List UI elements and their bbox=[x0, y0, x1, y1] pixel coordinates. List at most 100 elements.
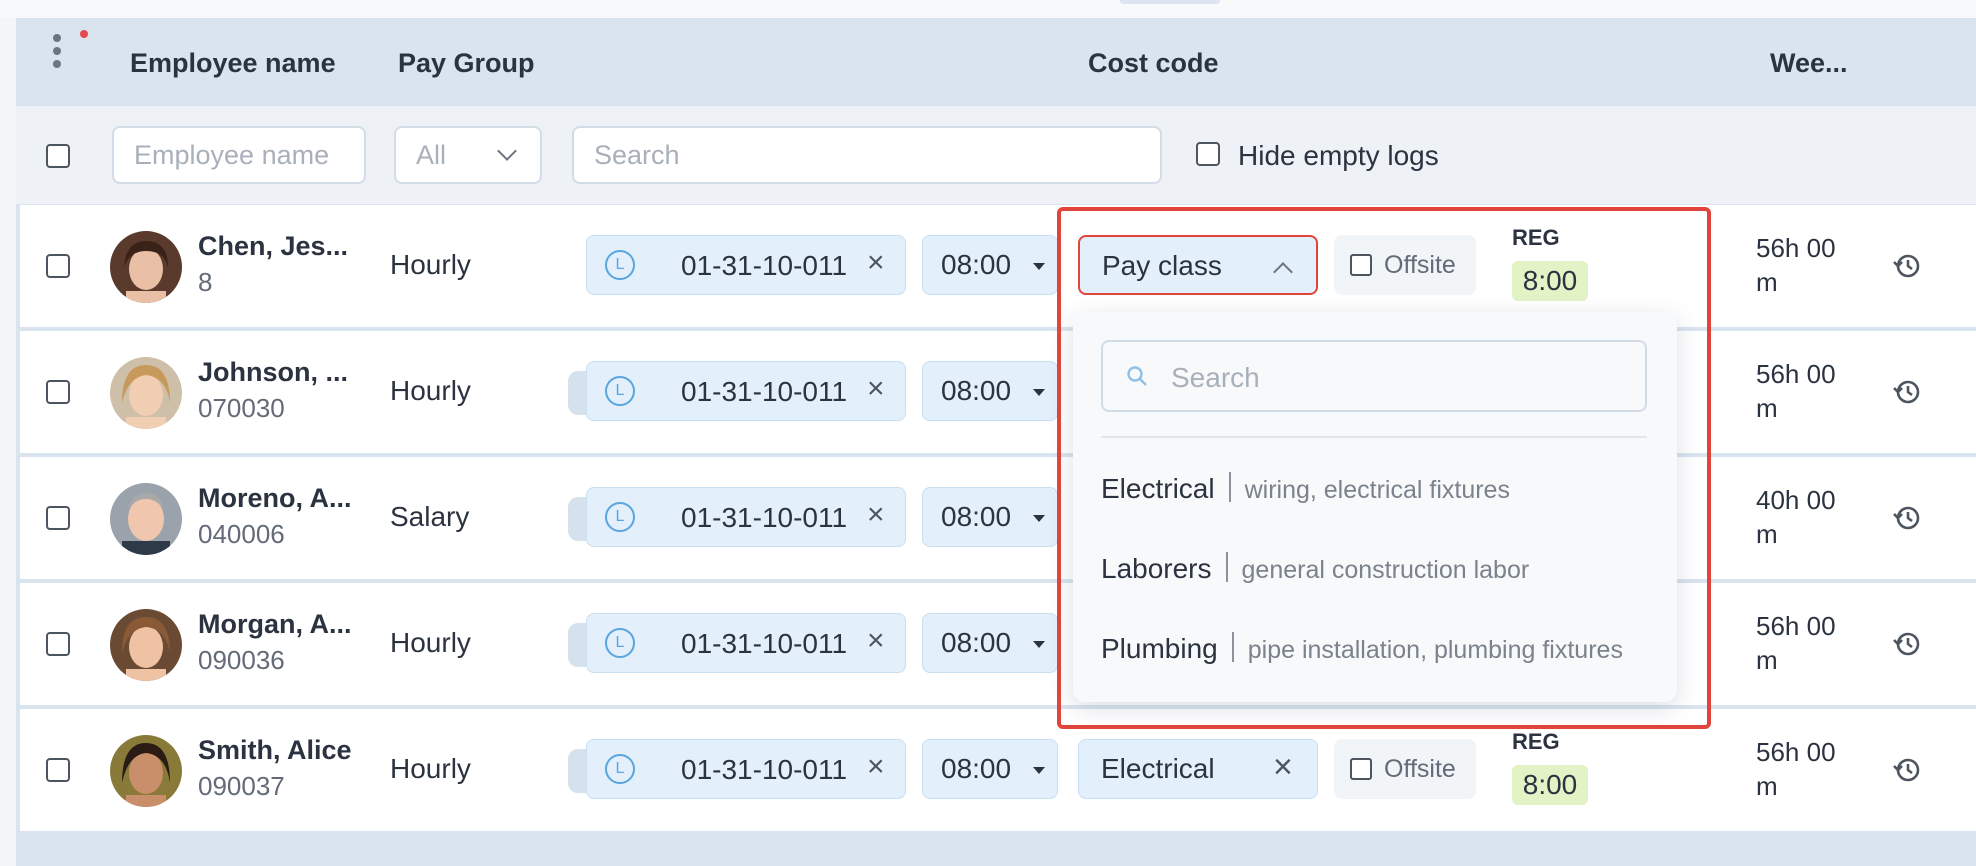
cost-code-chip[interactable]: L 01-31-10-011 × bbox=[586, 739, 906, 799]
close-icon[interactable]: × bbox=[867, 374, 885, 404]
column-header-cost-code[interactable]: Cost code bbox=[1088, 48, 1219, 79]
avatar bbox=[110, 735, 182, 807]
highlight-box bbox=[1057, 207, 1711, 729]
kebab-menu-icon[interactable] bbox=[52, 34, 62, 76]
column-header-pay-group[interactable]: Pay Group bbox=[398, 48, 535, 79]
labor-code-icon: L bbox=[605, 628, 635, 658]
reg-hours-badge: 8:00 bbox=[1512, 765, 1588, 805]
time-dropdown[interactable]: 08:00 bbox=[922, 235, 1058, 295]
top-tab-indicator bbox=[1120, 0, 1220, 4]
pay-group-value: Hourly bbox=[390, 753, 471, 784]
caret-down-icon bbox=[1033, 515, 1045, 522]
week-total: 56h 00 m bbox=[1756, 357, 1866, 425]
employee-id: 090037 bbox=[198, 771, 285, 801]
cost-code-value: 01-31-10-011 bbox=[681, 250, 848, 281]
week-total-line1: 56h 00 bbox=[1756, 737, 1836, 767]
close-icon[interactable]: × bbox=[867, 248, 885, 278]
employee-id: 070030 bbox=[198, 393, 285, 423]
labor-code-icon: L bbox=[605, 250, 635, 280]
time-value: 08:00 bbox=[941, 501, 1012, 532]
history-icon[interactable] bbox=[1892, 755, 1922, 785]
row-checkbox[interactable] bbox=[46, 758, 70, 782]
select-all-checkbox[interactable] bbox=[46, 144, 70, 168]
week-total-line2: m bbox=[1756, 771, 1778, 801]
week-total-line1: 56h 00 bbox=[1756, 359, 1836, 389]
pay-group-filter-value: All bbox=[416, 140, 447, 170]
top-strip bbox=[0, 0, 1976, 18]
cost-code-value: 01-31-10-011 bbox=[681, 376, 848, 407]
column-header-employee-name[interactable]: Employee name bbox=[130, 48, 336, 79]
pay-group-value: Hourly bbox=[390, 249, 471, 280]
cost-code-chip[interactable]: L 01-31-10-011 × bbox=[586, 235, 906, 295]
pay-group-value: Salary bbox=[390, 501, 470, 532]
time-value: 08:00 bbox=[941, 627, 1012, 658]
close-icon[interactable]: × bbox=[867, 500, 885, 530]
employee-name[interactable]: Moreno, A... bbox=[198, 483, 352, 514]
hide-empty-logs-checkbox[interactable] bbox=[1196, 142, 1220, 166]
reg-label: REG bbox=[1512, 729, 1560, 754]
employee-name-filter-input[interactable]: Employee name bbox=[112, 126, 366, 184]
close-icon[interactable]: × bbox=[867, 626, 885, 656]
avatar bbox=[110, 231, 182, 303]
cost-code-chip[interactable]: L 01-31-10-011 × bbox=[586, 487, 906, 547]
row-checkbox[interactable] bbox=[46, 254, 70, 278]
avatar bbox=[110, 483, 182, 555]
week-total: 56h 00 m bbox=[1756, 735, 1866, 803]
cost-code-value: 01-31-10-011 bbox=[681, 502, 848, 533]
row-checkbox[interactable] bbox=[46, 506, 70, 530]
caret-down-icon bbox=[1033, 263, 1045, 270]
close-icon[interactable]: × bbox=[867, 752, 885, 782]
employee-name[interactable]: Chen, Jes... bbox=[198, 231, 348, 262]
pay-group-value: Hourly bbox=[390, 627, 471, 658]
week-total-line2: m bbox=[1756, 393, 1778, 423]
offsite-toggle[interactable]: Offsite bbox=[1334, 739, 1476, 799]
chevron-down-icon bbox=[497, 141, 517, 161]
week-total: 56h 00 m bbox=[1756, 231, 1866, 299]
week-total-line1: 56h 00 bbox=[1756, 233, 1836, 263]
cost-code-chip[interactable]: L 01-31-10-011 × bbox=[586, 613, 906, 673]
labor-code-icon: L bbox=[605, 376, 635, 406]
employee-id: 090036 bbox=[198, 645, 285, 675]
clear-icon[interactable]: × bbox=[1273, 750, 1293, 784]
employee-name[interactable]: Smith, Alice bbox=[198, 735, 352, 766]
time-value: 08:00 bbox=[941, 753, 1012, 784]
pay-class-value: Electrical bbox=[1101, 753, 1215, 784]
employee-id: 040006 bbox=[198, 519, 285, 549]
time-value: 08:00 bbox=[941, 375, 1012, 406]
time-dropdown[interactable]: 08:00 bbox=[922, 361, 1058, 421]
history-icon[interactable] bbox=[1892, 629, 1922, 659]
caret-down-icon bbox=[1033, 767, 1045, 774]
employee-id: 8 bbox=[198, 267, 213, 297]
week-total-line2: m bbox=[1756, 645, 1778, 675]
row-checkbox[interactable] bbox=[46, 380, 70, 404]
week-total: 56h 00 m bbox=[1756, 609, 1866, 677]
employee-name[interactable]: Morgan, A... bbox=[198, 609, 352, 640]
offsite-label: Offsite bbox=[1384, 755, 1456, 783]
filter-bar: Employee name All Search Hide empty logs bbox=[16, 106, 1976, 204]
cost-code-value: 01-31-10-011 bbox=[681, 628, 848, 659]
notification-dot-icon bbox=[80, 30, 88, 38]
employee-name[interactable]: Johnson, ... bbox=[198, 357, 348, 388]
history-icon[interactable] bbox=[1892, 503, 1922, 533]
labor-code-icon: L bbox=[605, 754, 635, 784]
week-total-line1: 56h 00 bbox=[1756, 611, 1836, 641]
column-header-week[interactable]: Wee... bbox=[1770, 48, 1848, 79]
pay-group-filter-select[interactable]: All bbox=[394, 126, 542, 184]
time-dropdown[interactable]: 08:00 bbox=[922, 613, 1058, 673]
history-icon[interactable] bbox=[1892, 251, 1922, 281]
week-total: 40h 00 m bbox=[1756, 483, 1866, 551]
cost-code-chip[interactable]: L 01-31-10-011 × bbox=[586, 361, 906, 421]
caret-down-icon bbox=[1033, 641, 1045, 648]
cost-code-search-input[interactable]: Search bbox=[572, 126, 1162, 184]
pay-class-select[interactable]: Electrical × bbox=[1078, 739, 1318, 799]
time-dropdown[interactable]: 08:00 bbox=[922, 739, 1058, 799]
history-icon[interactable] bbox=[1892, 377, 1922, 407]
pay-group-value: Hourly bbox=[390, 375, 471, 406]
time-value: 08:00 bbox=[941, 249, 1012, 280]
week-total-line2: m bbox=[1756, 267, 1778, 297]
week-total-line2: m bbox=[1756, 519, 1778, 549]
offsite-checkbox[interactable] bbox=[1350, 758, 1372, 780]
time-dropdown[interactable]: 08:00 bbox=[922, 487, 1058, 547]
row-checkbox[interactable] bbox=[46, 632, 70, 656]
caret-down-icon bbox=[1033, 389, 1045, 396]
